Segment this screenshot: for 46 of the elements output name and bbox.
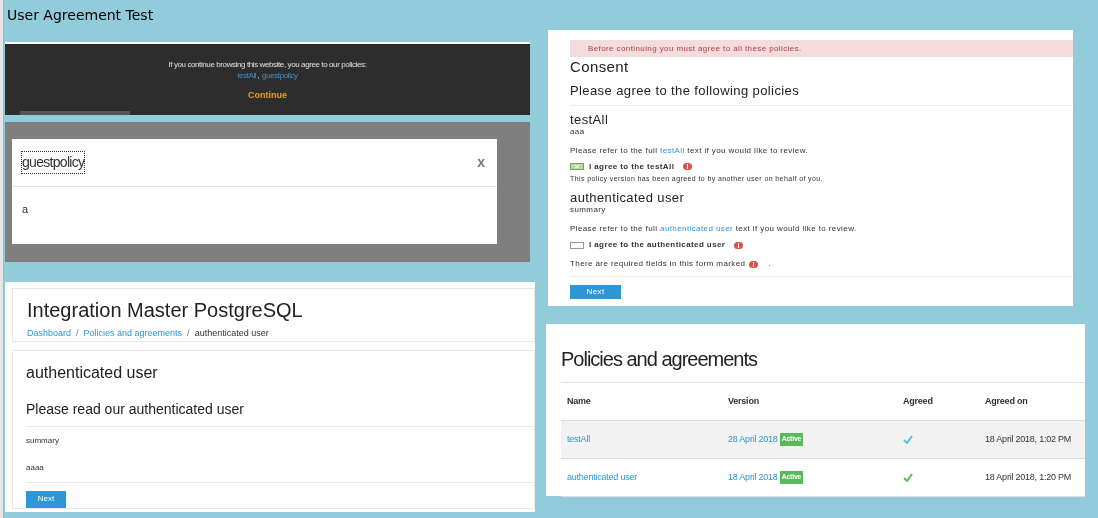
- next-button[interactable]: Next: [570, 285, 621, 299]
- policy-summary: aaa: [570, 126, 586, 137]
- review-text: Please refer to the full testAll text if you would like to review.: [570, 144, 810, 157]
- continue-button[interactable]: Continue: [248, 89, 287, 103]
- modal-body: a: [21, 202, 30, 217]
- policy-subheading: Please read our authenticated user: [26, 398, 534, 427]
- next-button[interactable]: Next: [26, 490, 66, 508]
- agree-label: I agree to the testAll: [589, 160, 675, 173]
- policy-link[interactable]: testAll: [237, 70, 257, 81]
- page-title: User Agreement Test: [7, 6, 154, 25]
- policy-link[interactable]: guestpolicy: [262, 70, 298, 81]
- policy-summary: summary: [26, 434, 60, 447]
- required-icon: [734, 241, 744, 249]
- alert-message: Before continuing you must agree to all these policies.: [570, 40, 1073, 57]
- consent-subtitle: Please agree to the following policies: [570, 81, 1073, 106]
- breadcrumb-link[interactable]: Policies and agreements: [83, 327, 183, 341]
- breadcrumb-separator: /: [187, 327, 190, 340]
- agree-checkbox[interactable]: [570, 241, 584, 249]
- review-text: Please refer to the full authenticated user text if you would like to review.: [570, 223, 858, 235]
- policy-link[interactable]: testAll: [567, 432, 590, 447]
- consent-title: Consent: [570, 57, 630, 77]
- required-period: .: [768, 258, 772, 270]
- version-link[interactable]: 18 April 2018: [728, 470, 778, 485]
- agree-label: I agree to the authenticated user: [589, 239, 726, 251]
- policy-name: testAll: [570, 112, 610, 127]
- policy-name: authenticated user: [570, 191, 686, 205]
- policy-heading: authenticated user: [26, 362, 159, 383]
- table-title: Policies and agreements: [561, 344, 1085, 383]
- site-title: Integration Master PostgreSQL: [27, 298, 304, 322]
- table-cell: 18 April 2018, 1:02 PM: [979, 421, 1085, 459]
- policy-link[interactable]: authenticated user: [660, 224, 734, 233]
- cross-icon: [574, 164, 580, 169]
- policy-summary: summary: [570, 205, 607, 215]
- breadcrumb-separator: /: [76, 327, 79, 340]
- required-icon: [749, 260, 759, 268]
- breadcrumb-current: authenticated user: [194, 327, 269, 340]
- breadcrumb-link[interactable]: Dashboard: [27, 327, 72, 341]
- modal-title: guestpolicy: [21, 151, 86, 174]
- close-button[interactable]: x: [477, 152, 485, 173]
- banner-message: If you continue browsing this website, you agree to our policies:: [168, 59, 367, 70]
- required-text: There are required fields in this form marked: [570, 258, 746, 270]
- policy-link[interactable]: authenticated user: [567, 470, 637, 485]
- version-link[interactable]: 28 April 2018: [728, 432, 778, 447]
- policy-content: aaaa: [26, 461, 534, 483]
- required-icon: [683, 163, 693, 170]
- link-separator: ,: [257, 70, 260, 81]
